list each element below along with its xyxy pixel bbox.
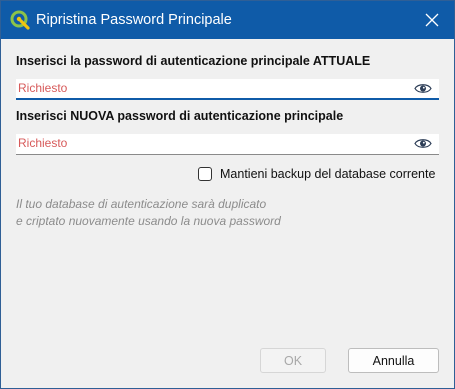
backup-checkbox-label[interactable]: Mantieni backup del database corrente	[220, 167, 435, 181]
close-button[interactable]	[420, 9, 444, 31]
window-title: Ripristina Password Principale	[36, 12, 232, 28]
current-password-label: Inserisci la password di autenticazione …	[16, 54, 371, 68]
new-password-input[interactable]	[16, 134, 410, 152]
current-password-field[interactable]	[16, 79, 439, 100]
close-icon	[425, 13, 439, 27]
backup-option[interactable]: Mantieni backup del database corrente	[198, 167, 435, 181]
info-line-1: Il tuo database di autenticazione sarà d…	[16, 197, 267, 211]
backup-checkbox[interactable]	[198, 167, 212, 181]
ok-button[interactable]: OK	[260, 348, 326, 373]
new-password-field[interactable]	[16, 134, 439, 155]
info-line-2: e criptato nuovamente usando la nuova pa…	[16, 214, 281, 228]
title-bar[interactable]: Ripristina Password Principale	[1, 1, 454, 39]
cancel-button[interactable]: Annulla	[348, 348, 439, 373]
current-password-input[interactable]	[16, 79, 410, 97]
info-text: Il tuo database di autenticazione sarà d…	[16, 196, 281, 230]
dialog-window: Ripristina Password Principale Inserisci…	[0, 0, 455, 389]
eye-icon[interactable]	[414, 137, 432, 150]
new-password-label: Inserisci NUOVA password di autenticazio…	[16, 109, 344, 123]
qgis-logo-icon	[10, 10, 30, 30]
eye-icon[interactable]	[414, 82, 432, 95]
